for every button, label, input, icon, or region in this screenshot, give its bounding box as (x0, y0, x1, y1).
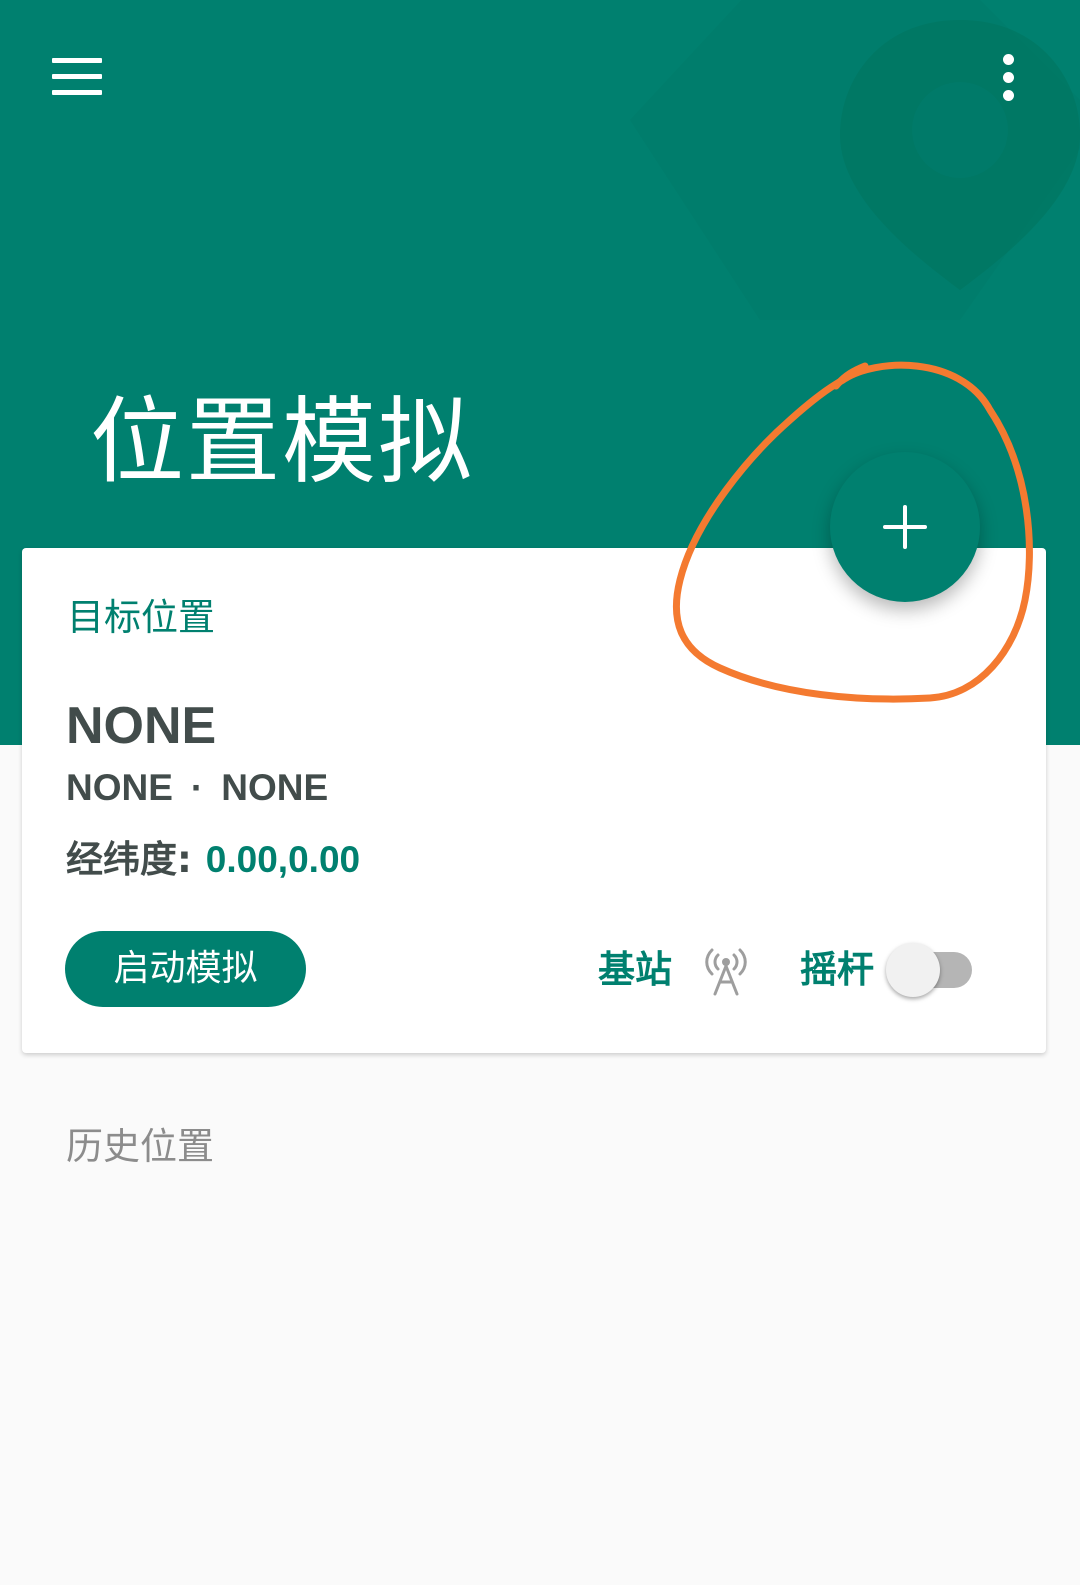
page-title: 位置模拟 (90, 388, 475, 497)
joystick-toggle[interactable] (886, 943, 976, 999)
coordinates-row: 经纬度: 0.00,0.00 (66, 838, 360, 882)
base-station-label: 基站 (598, 948, 672, 991)
start-simulation-button[interactable]: 启动模拟 (65, 931, 306, 1007)
add-location-button[interactable] (830, 452, 980, 602)
coordinates-label: 经纬度: (66, 838, 192, 881)
target-location-card: 目标位置 NONE NONE · NONE 经纬度: 0.00,0.00 启动模拟 基… (22, 548, 1046, 1053)
location-region: NONE (66, 767, 173, 808)
more-vertical-icon[interactable] (990, 48, 1030, 108)
joystick-label: 摇杆 (800, 948, 874, 991)
target-location-label: 目标位置 (67, 596, 215, 639)
location-city: NONE (221, 767, 329, 808)
hamburger-menu-icon[interactable] (36, 42, 116, 112)
location-separator: · (190, 767, 204, 808)
toggle-thumb (886, 943, 940, 997)
plus-icon (883, 505, 927, 549)
location-name: NONE (66, 697, 217, 755)
coordinates-value: 0.00,0.00 (205, 839, 361, 880)
history-label: 历史位置 (66, 1125, 214, 1168)
location-subtitle: NONE · NONE (66, 766, 328, 810)
cell-tower-icon[interactable] (700, 942, 752, 998)
